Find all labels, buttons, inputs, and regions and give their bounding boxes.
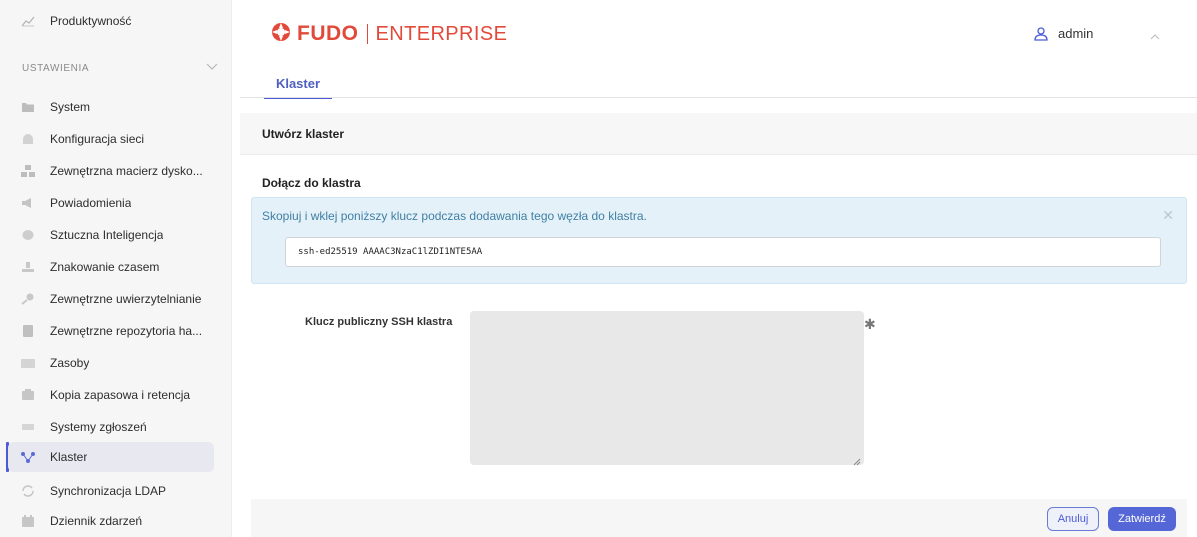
user-icon [1034,26,1048,41]
close-icon[interactable]: ✕ [1162,207,1174,224]
resources-icon [20,355,36,371]
sidebar-item-label: Zewnętrzne repozytoria ha... [50,324,203,338]
sidebar-item-label: Sztuczna Inteligencja [50,228,164,242]
book-icon [20,323,36,339]
sidebar-item-label: Klaster [50,450,88,464]
chart-icon [20,13,36,29]
logo-mark-icon [271,22,291,47]
sidebar-item-system[interactable]: System [8,92,214,122]
join-cluster-title: Dołącz do klastra [262,176,361,190]
create-cluster-title: Utwórz klaster [262,127,345,141]
backup-icon [20,387,36,403]
sidebar-item-ai[interactable]: Sztuczna Inteligencja [8,220,214,250]
timestamp-icon [20,259,36,275]
sidebar-item-tickets[interactable]: Systemy zgłoszeń [8,412,214,442]
sidebar-item-label: Synchronizacja LDAP [50,484,167,498]
sidebar-item-resources[interactable]: Zasoby [8,348,214,378]
alert-message: Skopiuj i wklej poniższy klucz podczas d… [262,209,647,223]
sidebar-item-label: Produktywność [50,14,132,28]
cluster-ssh-key-input[interactable] [470,311,864,465]
sidebar-item-label: Znakowanie czasem [50,260,160,274]
sidebar-item-cluster[interactable]: Klaster [8,442,214,472]
sidebar-item-timestamp[interactable]: Znakowanie czasem [8,252,214,282]
sidebar-item-network[interactable]: Konfiguracja sieci [8,124,214,154]
storage-icon [20,163,36,179]
logo-product: ENTERPRISE [375,22,508,45]
sidebar-item-label: Zewnętrzna macierz dysko... [50,164,203,178]
info-alert: Skopiuj i wklej poniższy klucz podczas d… [251,197,1187,284]
cancel-button[interactable]: Anuluj [1047,507,1099,531]
sidebar-item-ldap-sync[interactable]: Synchronizacja LDAP [8,476,214,506]
key-icon [20,291,36,307]
network-icon [20,131,36,147]
cluster-ssh-key-label: Klucz publiczny SSH klastra [305,316,453,328]
brain-icon [20,227,36,243]
folder-icon [20,99,36,115]
user-name: admin [1058,26,1094,41]
megaphone-icon [20,195,36,211]
sidebar-item-storage[interactable]: Zewnętrzna macierz dysko... [8,156,214,186]
submit-button[interactable]: Zatwierdź [1108,507,1176,531]
chevron-up-icon[interactable] [1150,28,1160,46]
section-label: USTAWIENIA [22,63,90,74]
ssh-key-display[interactable]: ssh-ed25519 AAAAC3NzaC1lZDI1NTE5AA [285,237,1161,267]
sidebar-item-produktywnosc[interactable]: Produktywność [8,6,214,36]
calendar-icon [20,513,36,529]
logo-brand: FUDO [297,22,359,45]
resize-handle-icon[interactable] [853,453,861,471]
sidebar-item-label: Konfiguracja sieci [50,132,145,146]
required-icon: ✱ [864,316,876,332]
cluster-icon [20,449,36,465]
sidebar-item-notifications[interactable]: Powiadomienia [8,188,214,218]
sidebar-item-external-repos[interactable]: Zewnętrzne repozytoria ha... [8,316,214,346]
sidebar-item-label: Zasoby [50,356,90,370]
user-menu[interactable]: admin [1034,26,1093,41]
tab-klaster[interactable]: Klaster [264,69,332,99]
logo-divider [366,24,368,44]
fudo-enterprise-logo[interactable]: FUDO ENTERPRISE [271,20,507,48]
sidebar-item-label: Dziennik zdarzeń [50,514,143,528]
sidebar-item-label: Systemy zgłoszeń [50,420,147,434]
create-cluster-panel[interactable]: Utwórz klaster [240,113,1197,155]
sidebar-item-label: Zewnętrzne uwierzytelnianie [50,292,202,306]
sidebar-item-event-log[interactable]: Dziennik zdarzeń [8,506,214,536]
sidebar-item-label: Powiadomienia [50,196,132,210]
sidebar-item-label: Kopia zapasowa i retencja [50,388,191,402]
sidebar-item-label: System [50,100,91,114]
chevron-down-icon [206,63,218,74]
sync-icon [20,483,36,499]
tab-divider [240,97,1197,98]
sidebar: Produktywność USTAWIENIA System Konfigur… [0,0,232,537]
sidebar-item-backup[interactable]: Kopia zapasowa i retencja [8,380,214,410]
tickets-icon [20,419,36,435]
sidebar-section-settings[interactable]: USTAWIENIA [22,63,218,74]
sidebar-item-external-auth[interactable]: Zewnętrzne uwierzytelnianie [8,284,214,314]
